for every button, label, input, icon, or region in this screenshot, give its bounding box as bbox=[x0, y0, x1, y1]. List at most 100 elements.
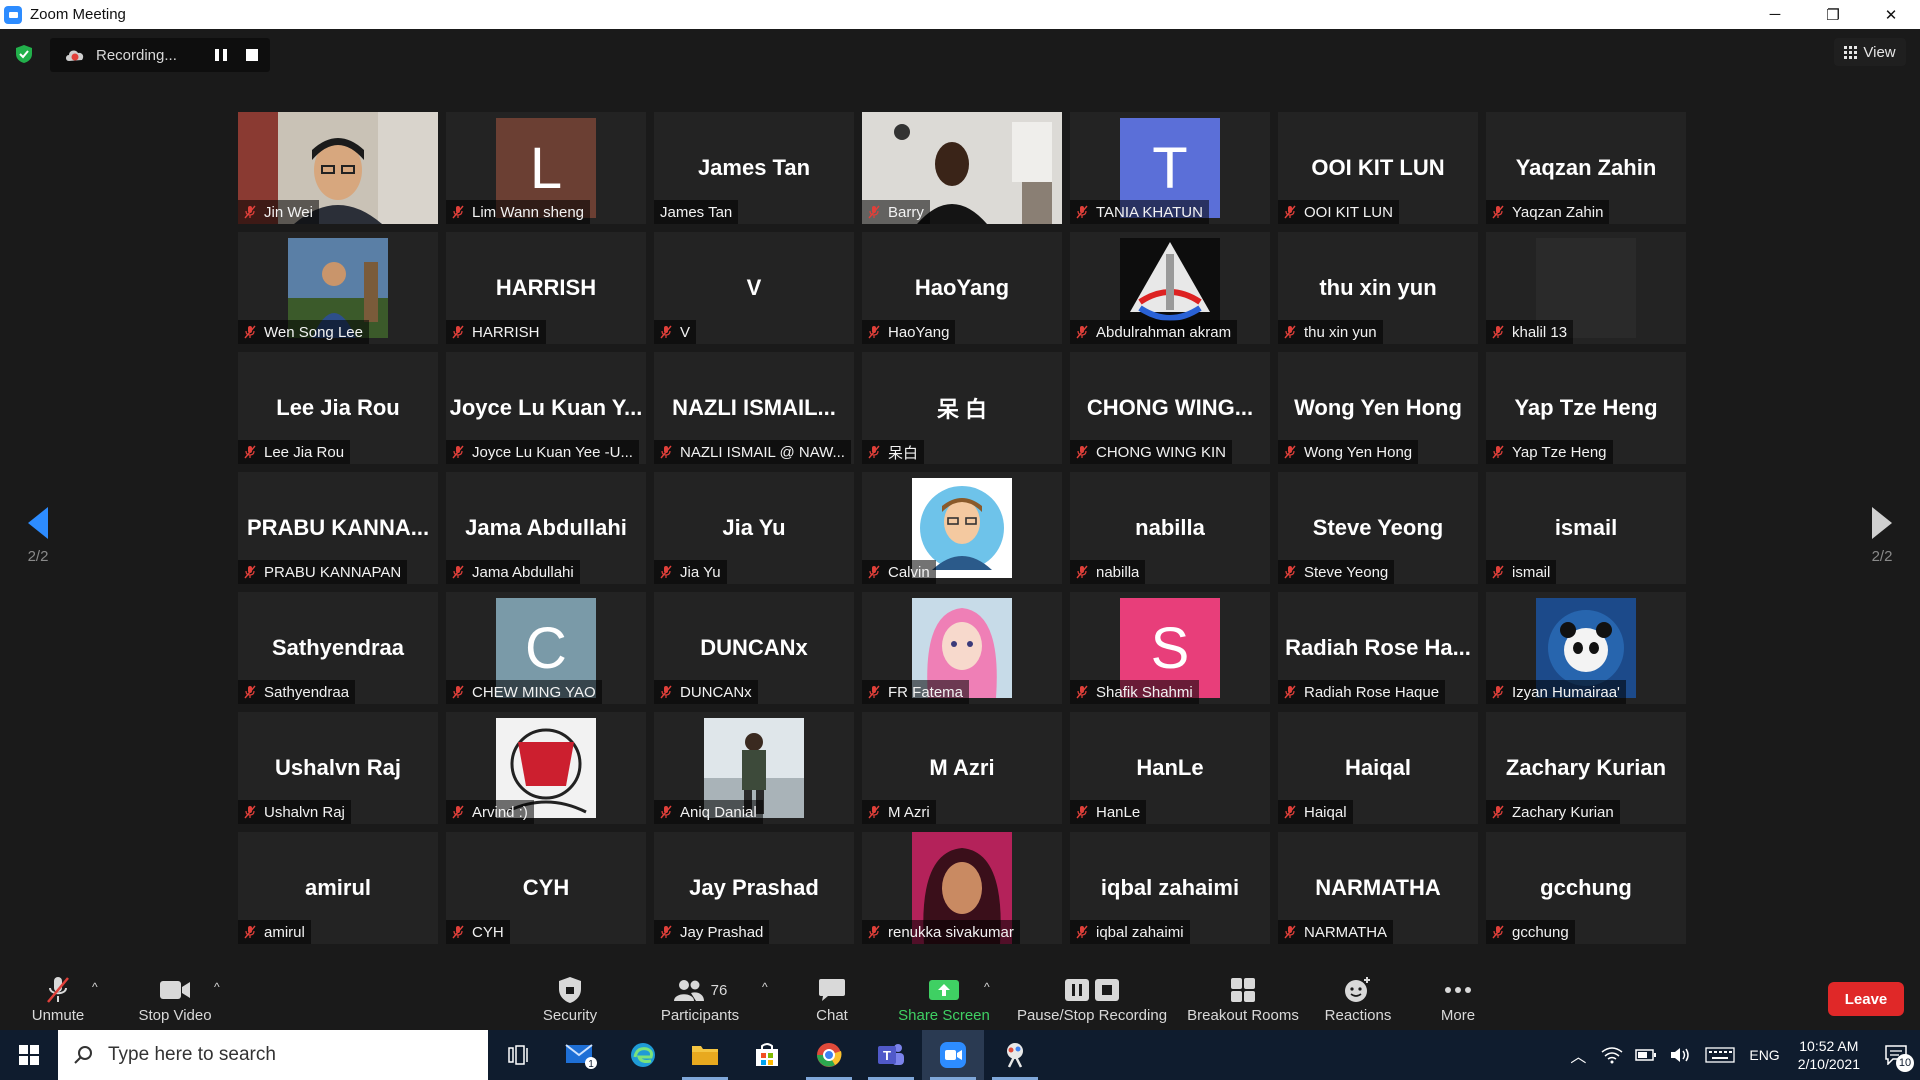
participant-tile[interactable]: Barry bbox=[862, 112, 1062, 224]
close-button[interactable]: ✕ bbox=[1862, 0, 1920, 29]
restore-button[interactable]: ❐ bbox=[1804, 0, 1862, 29]
participant-tile[interactable]: gcchung gcchung bbox=[1486, 832, 1686, 944]
notifications-button[interactable]: 10 bbox=[1872, 1030, 1920, 1080]
minimize-button[interactable]: ─ bbox=[1746, 0, 1804, 29]
participant-tile[interactable]: Haiqal Haiqal bbox=[1278, 712, 1478, 824]
reactions-button[interactable]: Reactions bbox=[1318, 962, 1398, 1030]
participant-tile[interactable]: Jama Abdullahi Jama Abdullahi bbox=[446, 472, 646, 584]
participant-tile[interactable]: PRABU KANNA... PRABU KANNAPAN bbox=[238, 472, 438, 584]
participant-tile[interactable]: iqbal zahaimi iqbal zahaimi bbox=[1070, 832, 1270, 944]
participant-name: Yaqzan Zahin bbox=[1512, 203, 1604, 221]
chat-button[interactable]: Chat bbox=[800, 962, 864, 1030]
taskbar-mail[interactable]: 1 bbox=[550, 1030, 612, 1080]
participant-tile[interactable]: FR Fatema bbox=[862, 592, 1062, 704]
participant-tile[interactable]: Jia Yu Jia Yu bbox=[654, 472, 854, 584]
taskbar-edge[interactable] bbox=[612, 1030, 674, 1080]
participant-tile[interactable]: S Shafik Shahmi bbox=[1070, 592, 1270, 704]
share-options-caret[interactable]: ^ bbox=[984, 980, 990, 994]
security-button[interactable]: Security bbox=[530, 962, 610, 1030]
participant-tile[interactable]: Arvind :) bbox=[446, 712, 646, 824]
participant-tile[interactable]: Calvin bbox=[862, 472, 1062, 584]
participant-tile[interactable]: Abdulrahman akram bbox=[1070, 232, 1270, 344]
participant-tile[interactable]: ismail ismail bbox=[1486, 472, 1686, 584]
language-indicator[interactable]: ENG bbox=[1749, 1047, 1779, 1063]
video-options-caret[interactable]: ^ bbox=[214, 980, 220, 994]
participant-tile[interactable]: Lee Jia Rou Lee Jia Rou bbox=[238, 352, 438, 464]
task-view-button[interactable] bbox=[488, 1030, 550, 1080]
next-page-button[interactable]: 2/2 bbox=[1862, 506, 1902, 566]
taskbar-snip-tool[interactable] bbox=[984, 1030, 1046, 1080]
participant-tile[interactable]: OOI KIT LUN OOI KIT LUN bbox=[1278, 112, 1478, 224]
participant-tile[interactable]: thu xin yun thu xin yun bbox=[1278, 232, 1478, 344]
participant-name-caption: Radiah Rose Haque bbox=[1278, 680, 1446, 704]
participant-tile[interactable]: T TANIA KHATUN bbox=[1070, 112, 1270, 224]
taskbar-file-explorer[interactable] bbox=[674, 1030, 736, 1080]
participant-tile[interactable]: renukka sivakumar bbox=[862, 832, 1062, 944]
participant-tile[interactable]: Joyce Lu Kuan Y... Joyce Lu Kuan Yee -U..… bbox=[446, 352, 646, 464]
stop-video-button[interactable]: Stop Video bbox=[130, 962, 220, 1030]
participant-tile[interactable]: HanLe HanLe bbox=[1070, 712, 1270, 824]
view-button[interactable]: View bbox=[1834, 38, 1906, 66]
participant-name-caption: Haiqal bbox=[1278, 800, 1353, 824]
participant-tile[interactable]: NAZLI ISMAIL... NAZLI ISMAIL @ NAW... bbox=[654, 352, 854, 464]
participant-tile[interactable]: Wen Song Lee bbox=[238, 232, 438, 344]
previous-page-button[interactable]: 2/2 bbox=[18, 506, 58, 566]
participant-tile[interactable]: 呆 白呆白 bbox=[862, 352, 1062, 464]
unmute-button[interactable]: Unmute bbox=[18, 962, 98, 1030]
more-button[interactable]: More bbox=[1420, 962, 1496, 1030]
participant-tile[interactable]: Wong Yen Hong Wong Yen Hong bbox=[1278, 352, 1478, 464]
participant-tile[interactable]: Jin Wei bbox=[238, 112, 438, 224]
participants-options-caret[interactable]: ^ bbox=[762, 980, 768, 994]
participant-tile[interactable]: James Tan James Tan bbox=[654, 112, 854, 224]
volume-icon[interactable] bbox=[1669, 1046, 1691, 1064]
participant-tile[interactable]: L Lim Wann sheng bbox=[446, 112, 646, 224]
participant-tile[interactable]: nabilla nabilla bbox=[1070, 472, 1270, 584]
participant-tile[interactable]: Steve Yeong Steve Yeong bbox=[1278, 472, 1478, 584]
taskbar-store[interactable] bbox=[736, 1030, 798, 1080]
muted-microphone-icon bbox=[868, 805, 880, 819]
participant-tile[interactable]: amirul amirul bbox=[238, 832, 438, 944]
system-clock[interactable]: 10:52 AM 2/10/2021 bbox=[1798, 1037, 1860, 1073]
participant-tile[interactable]: Zachary Kurian Zachary Kurian bbox=[1486, 712, 1686, 824]
pause-recording-icon[interactable] bbox=[215, 49, 227, 61]
audio-options-caret[interactable]: ^ bbox=[92, 980, 98, 994]
start-button[interactable] bbox=[0, 1030, 58, 1080]
participant-tile[interactable]: CHONG WING... CHONG WING KIN bbox=[1070, 352, 1270, 464]
encryption-shield-icon[interactable] bbox=[14, 44, 34, 64]
wifi-icon[interactable] bbox=[1601, 1046, 1623, 1064]
participant-tile[interactable]: Yap Tze Heng Yap Tze Heng bbox=[1486, 352, 1686, 464]
participant-tile[interactable]: HARRISH HARRISH bbox=[446, 232, 646, 344]
battery-icon[interactable] bbox=[1635, 1048, 1657, 1062]
participant-tile[interactable]: Radiah Rose Ha... Radiah Rose Haque bbox=[1278, 592, 1478, 704]
taskbar-teams[interactable]: T bbox=[860, 1030, 922, 1080]
taskbar-search[interactable]: Type here to search bbox=[58, 1030, 488, 1080]
taskbar-chrome[interactable] bbox=[798, 1030, 860, 1080]
participants-button[interactable]: 76 Participants bbox=[650, 962, 750, 1030]
participant-tile[interactable]: khalil 13 bbox=[1486, 232, 1686, 344]
participant-tile[interactable]: Jay Prashad Jay Prashad bbox=[654, 832, 854, 944]
participant-name-caption: Shafik Shahmi bbox=[1070, 680, 1199, 704]
leave-button[interactable]: Leave bbox=[1828, 982, 1904, 1016]
keyboard-icon[interactable] bbox=[1705, 1047, 1736, 1063]
show-hidden-icons-chevron-icon[interactable]: ︿ bbox=[1561, 1043, 1595, 1067]
participant-tile[interactable]: NARMATHA NARMATHA bbox=[1278, 832, 1478, 944]
participant-tile[interactable]: VV bbox=[654, 232, 854, 344]
participant-tile[interactable]: Izyan Humairaa' bbox=[1486, 592, 1686, 704]
participant-tile[interactable]: HaoYang HaoYang bbox=[862, 232, 1062, 344]
pause-stop-recording-button[interactable]: Pause/Stop Recording bbox=[1014, 962, 1170, 1030]
share-screen-button[interactable]: Share Screen bbox=[894, 962, 994, 1030]
stop-recording-icon[interactable] bbox=[246, 49, 258, 61]
participant-tile[interactable]: Sathyendraa Sathyendraa bbox=[238, 592, 438, 704]
participant-tile[interactable]: M Azri M Azri bbox=[862, 712, 1062, 824]
breakout-rooms-button[interactable]: Breakout Rooms bbox=[1186, 962, 1300, 1030]
participant-tile[interactable]: Aniq Danial bbox=[654, 712, 854, 824]
participant-tile[interactable]: DUNCANx DUNCANx bbox=[654, 592, 854, 704]
participant-tile[interactable]: Yaqzan Zahin Yaqzan Zahin bbox=[1486, 112, 1686, 224]
participant-name: Steve Yeong bbox=[1304, 563, 1389, 581]
participant-tile[interactable]: CYH CYH bbox=[446, 832, 646, 944]
participant-name-caption: ismail bbox=[1486, 560, 1557, 584]
participant-tile[interactable]: C CHEW MING YAO bbox=[446, 592, 646, 704]
taskbar-zoom[interactable] bbox=[922, 1030, 984, 1080]
participant-name-caption: Sathyendraa bbox=[238, 680, 356, 704]
participant-tile[interactable]: Ushalvn Raj Ushalvn Raj bbox=[238, 712, 438, 824]
